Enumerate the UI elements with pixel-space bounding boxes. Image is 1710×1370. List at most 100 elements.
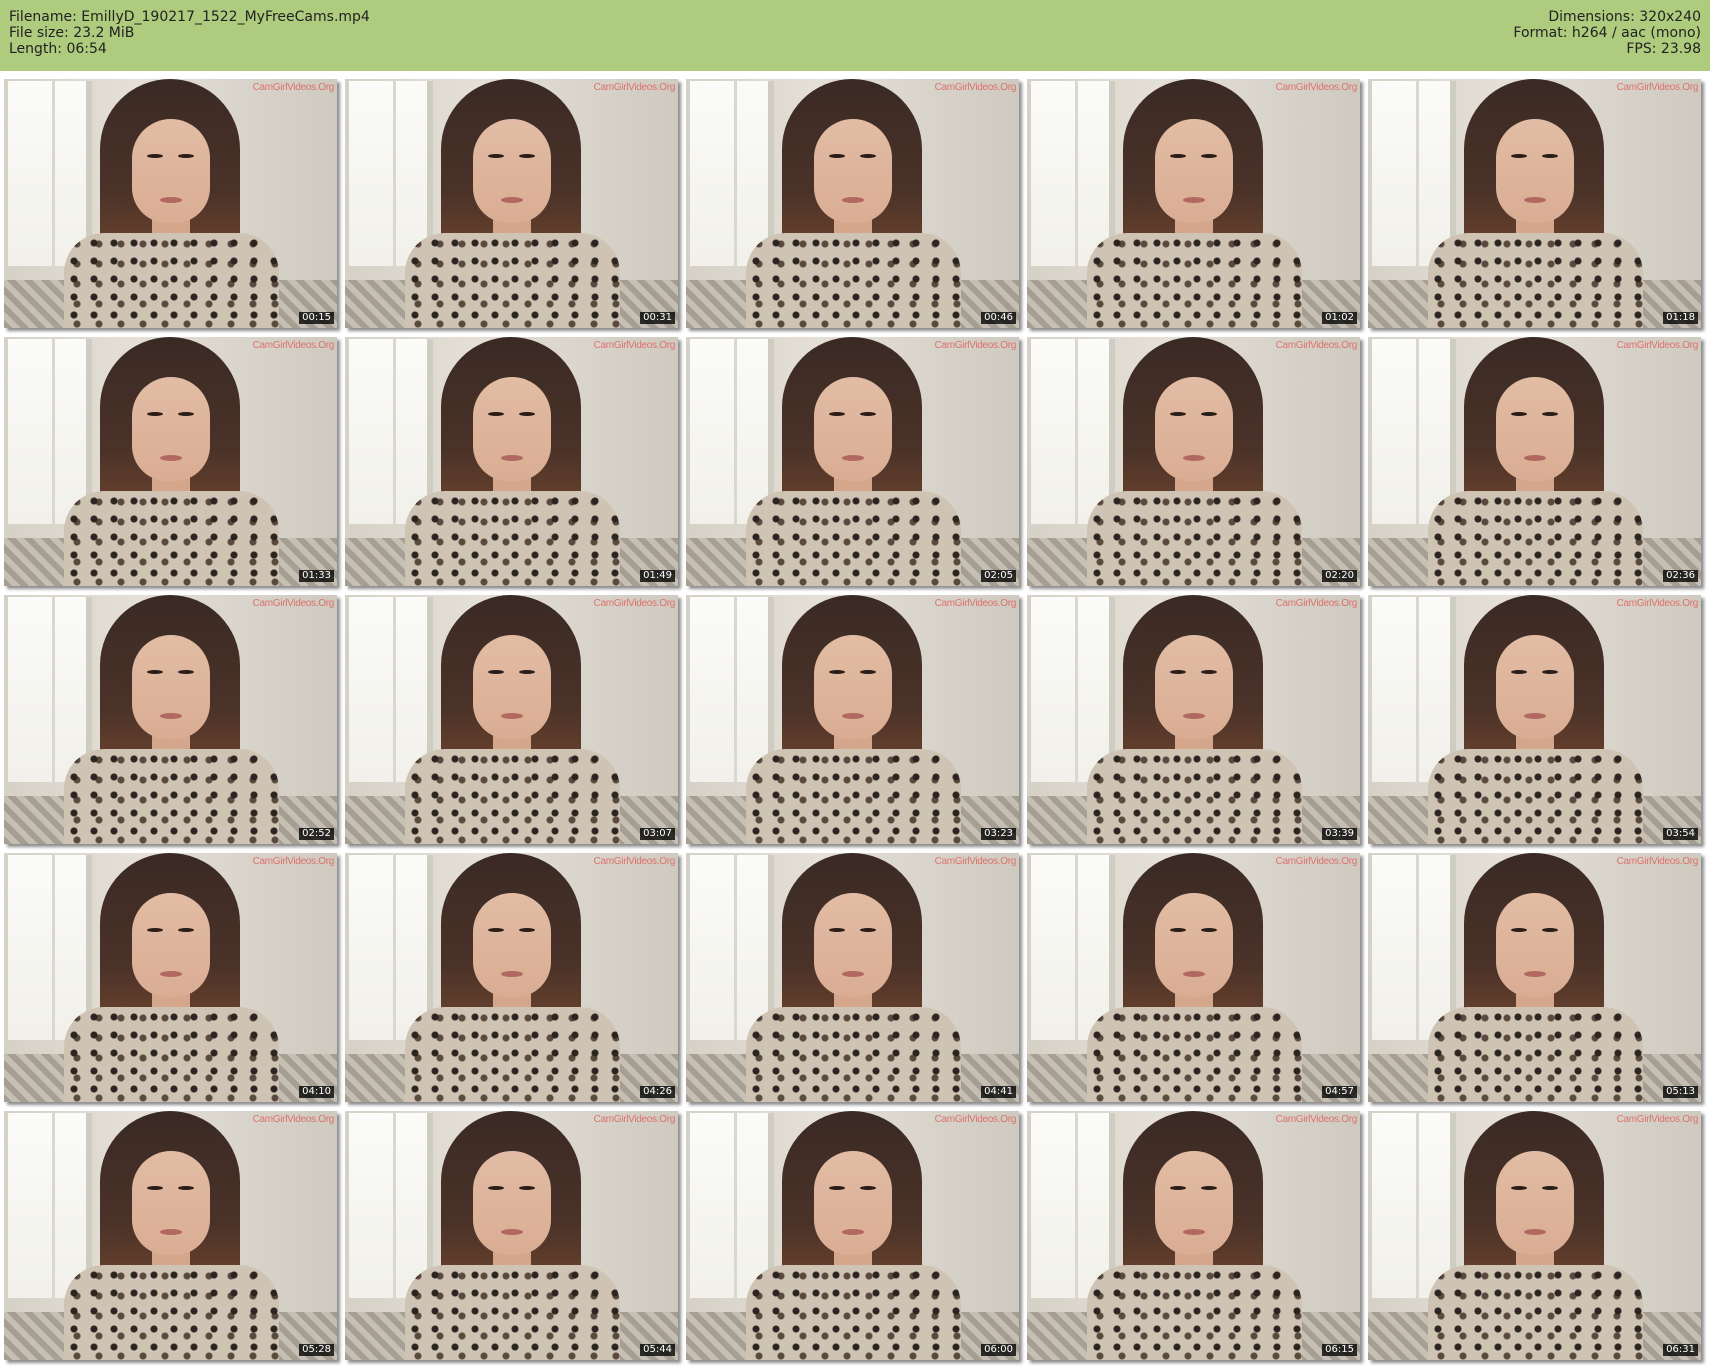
- video-frame-thumbnail: CamGirlVideos.Org 01:02: [1027, 79, 1360, 328]
- frame-timestamp: 04:10: [299, 1086, 334, 1098]
- watermark-logo: CamGirlVideos.Org: [593, 598, 676, 609]
- watermark-logo: CamGirlVideos.Org: [1616, 340, 1699, 351]
- frame-image: [1368, 79, 1701, 328]
- frame-image: [345, 853, 678, 1102]
- stream-info: Dimensions: 320x240 Format: h264 / aac (…: [1513, 9, 1701, 57]
- frame-image: [1368, 853, 1701, 1102]
- frame-image: [686, 79, 1019, 328]
- filesize-label: File size: 23.2 MiB: [9, 25, 135, 41]
- video-frame-thumbnail: CamGirlVideos.Org 06:00: [686, 1111, 1019, 1360]
- watermark-logo: CamGirlVideos.Org: [1616, 856, 1699, 867]
- video-frame-thumbnail: CamGirlVideos.Org 03:07: [345, 595, 678, 844]
- frame-timestamp: 00:46: [981, 312, 1016, 324]
- frame-image: [686, 337, 1019, 586]
- frame-image: [1027, 337, 1360, 586]
- video-frame-thumbnail: CamGirlVideos.Org 02:52: [4, 595, 337, 844]
- frame-timestamp: 02:05: [981, 570, 1016, 582]
- frame-image: [1368, 595, 1701, 844]
- video-frame-thumbnail: CamGirlVideos.Org 01:18: [1368, 79, 1701, 328]
- watermark-logo: CamGirlVideos.Org: [934, 598, 1017, 609]
- fps-label: FPS: 23.98: [1626, 41, 1701, 57]
- watermark-logo: CamGirlVideos.Org: [593, 340, 676, 351]
- video-frame-thumbnail: CamGirlVideos.Org 06:31: [1368, 1111, 1701, 1360]
- watermark-logo: CamGirlVideos.Org: [1616, 1114, 1699, 1125]
- filename-label: Filename: EmillyD_190217_1522_MyFreeCams…: [9, 9, 370, 25]
- watermark-logo: CamGirlVideos.Org: [934, 340, 1017, 351]
- watermark-logo: CamGirlVideos.Org: [593, 1114, 676, 1125]
- watermark-logo: CamGirlVideos.Org: [1275, 598, 1358, 609]
- frame-image: [4, 595, 337, 844]
- watermark-logo: CamGirlVideos.Org: [252, 856, 335, 867]
- frame-timestamp: 04:41: [981, 1086, 1016, 1098]
- frame-timestamp: 03:39: [1322, 828, 1357, 840]
- metadata-header: Filename: EmillyD_190217_1522_MyFreeCams…: [0, 0, 1710, 71]
- watermark-logo: CamGirlVideos.Org: [934, 856, 1017, 867]
- thumbnail-grid: CamGirlVideos.Org 00:15 CamGirlVideos.Org 0…: [4, 79, 1706, 1360]
- frame-timestamp: 03:54: [1663, 828, 1698, 840]
- frame-timestamp: 03:23: [981, 828, 1016, 840]
- frame-image: [4, 79, 337, 328]
- frame-timestamp: 05:13: [1663, 1086, 1698, 1098]
- video-frame-thumbnail: CamGirlVideos.Org 04:10: [4, 853, 337, 1102]
- video-frame-thumbnail: CamGirlVideos.Org 05:28: [4, 1111, 337, 1360]
- video-frame-thumbnail: CamGirlVideos.Org 02:05: [686, 337, 1019, 586]
- video-frame-thumbnail: CamGirlVideos.Org 03:54: [1368, 595, 1701, 844]
- frame-timestamp: 01:33: [299, 570, 334, 582]
- video-frame-thumbnail: CamGirlVideos.Org 00:46: [686, 79, 1019, 328]
- frame-timestamp: 01:49: [640, 570, 675, 582]
- frame-image: [4, 1111, 337, 1360]
- frame-timestamp: 01:02: [1322, 312, 1357, 324]
- video-frame-thumbnail: CamGirlVideos.Org 02:20: [1027, 337, 1360, 586]
- file-info: Filename: EmillyD_190217_1522_MyFreeCams…: [9, 9, 370, 57]
- frame-image: [345, 1111, 678, 1360]
- frame-timestamp: 06:31: [1663, 1344, 1698, 1356]
- frame-image: [1027, 853, 1360, 1102]
- length-label: Length: 06:54: [9, 41, 107, 57]
- frame-timestamp: 02:36: [1663, 570, 1698, 582]
- video-frame-thumbnail: CamGirlVideos.Org 06:15: [1027, 1111, 1360, 1360]
- frame-timestamp: 04:26: [640, 1086, 675, 1098]
- frame-timestamp: 01:18: [1663, 312, 1698, 324]
- video-frame-thumbnail: CamGirlVideos.Org 04:57: [1027, 853, 1360, 1102]
- frame-timestamp: 03:07: [640, 828, 675, 840]
- watermark-logo: CamGirlVideos.Org: [252, 1114, 335, 1125]
- watermark-logo: CamGirlVideos.Org: [252, 340, 335, 351]
- watermark-logo: CamGirlVideos.Org: [593, 856, 676, 867]
- video-frame-thumbnail: CamGirlVideos.Org 01:33: [4, 337, 337, 586]
- watermark-logo: CamGirlVideos.Org: [1616, 598, 1699, 609]
- watermark-logo: CamGirlVideos.Org: [593, 82, 676, 93]
- video-frame-thumbnail: CamGirlVideos.Org 00:31: [345, 79, 678, 328]
- frame-image: [4, 853, 337, 1102]
- video-frame-thumbnail: CamGirlVideos.Org 04:26: [345, 853, 678, 1102]
- frame-image: [345, 595, 678, 844]
- watermark-logo: CamGirlVideos.Org: [1616, 82, 1699, 93]
- frame-image: [4, 337, 337, 586]
- frame-image: [1027, 595, 1360, 844]
- frame-timestamp: 02:20: [1322, 570, 1357, 582]
- frame-timestamp: 00:31: [640, 312, 675, 324]
- frame-image: [686, 595, 1019, 844]
- video-frame-thumbnail: CamGirlVideos.Org 00:15: [4, 79, 337, 328]
- frame-image: [345, 337, 678, 586]
- video-frame-thumbnail: CamGirlVideos.Org 04:41: [686, 853, 1019, 1102]
- watermark-logo: CamGirlVideos.Org: [1275, 340, 1358, 351]
- video-frame-thumbnail: CamGirlVideos.Org 05:13: [1368, 853, 1701, 1102]
- frame-timestamp: 04:57: [1322, 1086, 1357, 1098]
- video-frame-thumbnail: CamGirlVideos.Org 03:39: [1027, 595, 1360, 844]
- watermark-logo: CamGirlVideos.Org: [252, 82, 335, 93]
- frame-image: [686, 853, 1019, 1102]
- frame-timestamp: 06:15: [1322, 1344, 1357, 1356]
- frame-timestamp: 02:52: [299, 828, 334, 840]
- watermark-logo: CamGirlVideos.Org: [934, 82, 1017, 93]
- frame-timestamp: 06:00: [981, 1344, 1016, 1356]
- frame-image: [1368, 337, 1701, 586]
- watermark-logo: CamGirlVideos.Org: [934, 1114, 1017, 1125]
- dimensions-label: Dimensions: 320x240: [1548, 9, 1701, 25]
- frame-timestamp: 05:28: [299, 1344, 334, 1356]
- format-label: Format: h264 / aac (mono): [1513, 25, 1701, 41]
- video-frame-thumbnail: CamGirlVideos.Org 05:44: [345, 1111, 678, 1360]
- frame-timestamp: 00:15: [299, 312, 334, 324]
- watermark-logo: CamGirlVideos.Org: [1275, 1114, 1358, 1125]
- frame-image: [1368, 1111, 1701, 1360]
- watermark-logo: CamGirlVideos.Org: [1275, 856, 1358, 867]
